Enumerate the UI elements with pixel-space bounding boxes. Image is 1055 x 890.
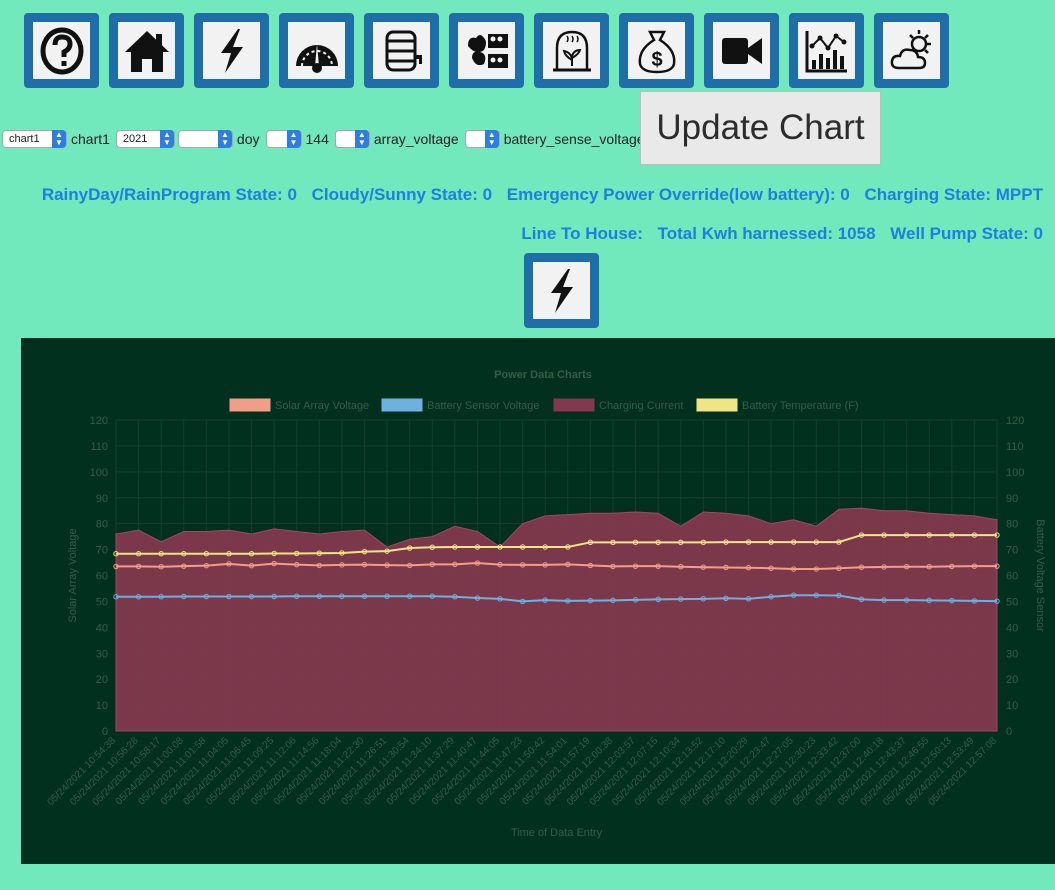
legend-swatch (553, 398, 595, 412)
legend-swatch (381, 398, 423, 412)
status-line-1: RainyDay/RainProgram State: 0 Cloudy/Sun… (32, 185, 1043, 205)
y-tick-left: 100 (90, 467, 108, 479)
series1-label: array_voltage (373, 131, 459, 147)
legend-swatch (696, 398, 738, 412)
rain-state: RainyDay/RainProgram State: 0 (41, 185, 297, 204)
y-tick-right: 100 (1006, 467, 1024, 479)
y-tick-left: 40 (96, 622, 108, 634)
line-to-house: Line To House: (521, 224, 643, 243)
y-tick-right: 70 (1006, 545, 1018, 557)
y-tick-right: 20 (1006, 674, 1018, 686)
chickens-eggs-button[interactable] (449, 13, 524, 88)
select-arrows-icon: ▲ ▼ (159, 130, 174, 148)
select-arrows-icon: ▲ ▼ (484, 130, 499, 148)
y-tick-left: 60 (96, 571, 108, 583)
video-camera-button[interactable] (704, 13, 779, 88)
home-icon (118, 22, 175, 79)
legend-label: Solar Array Voltage (275, 400, 369, 412)
series1-select[interactable]: ▲ ▼ (334, 130, 370, 148)
y-tick-left: 20 (96, 674, 108, 686)
chart-svg: Power Data Charts Solar Array Voltage Batt… (45, 369, 1046, 839)
cloudy-state: Cloudy/Sunny State: 0 (311, 185, 493, 204)
select-arrows-icon: ▲ ▼ (354, 130, 369, 148)
chart-title: Power Data Charts (494, 369, 592, 381)
power-button[interactable] (524, 253, 599, 328)
y-axis-label-left: Solar Array Voltage (67, 528, 79, 622)
doy-label: doy (236, 131, 260, 147)
toolbar: $ (24, 13, 949, 88)
y-tick-right: 120 (1006, 415, 1024, 427)
chart-label: chart1 (71, 131, 110, 147)
greenhouse-icon (543, 22, 600, 79)
help-button[interactable] (24, 13, 99, 88)
year-select[interactable]: 2021 ▲ ▼ (115, 130, 175, 148)
power-chart: Power Data Charts Solar Array Voltage Batt… (21, 338, 1055, 864)
y-tick-left: 10 (96, 700, 108, 712)
power-button[interactable] (194, 13, 269, 88)
y-tick-right: 50 (1006, 596, 1018, 608)
video-camera-icon (713, 22, 770, 79)
legend-swatch (229, 398, 271, 412)
y-tick-left: 70 (96, 545, 108, 557)
doy-value: 144 (305, 131, 329, 147)
money-bag-icon: $ (628, 22, 685, 79)
statistics-icon (798, 22, 855, 79)
gauge-icon (288, 22, 345, 79)
legend-label: Charging Current (599, 400, 683, 412)
y-tick-right: 30 (1006, 648, 1018, 660)
chickens-eggs-icon (458, 22, 515, 79)
weather-icon (883, 22, 940, 79)
legend-label: Battery Sensor Voltage (427, 400, 540, 412)
barrel-icon (373, 22, 430, 79)
y-tick-right: 40 (1006, 622, 1018, 634)
year-select-value: 2021 (122, 133, 148, 145)
y-tick-right: 80 (1006, 519, 1018, 531)
y-tick-right: 110 (1006, 441, 1024, 453)
doy-select[interactable]: ▲ ▼ (265, 130, 302, 148)
home-button[interactable] (109, 13, 184, 88)
statistics-button[interactable] (789, 13, 864, 88)
well-pump-state: Well Pump State: 0 (890, 224, 1043, 243)
y-tick-left: 30 (96, 648, 108, 660)
y-tick-left: 80 (96, 519, 108, 531)
charging-current-area (115, 507, 998, 732)
y-tick-right: 90 (1006, 493, 1018, 505)
update-chart-button[interactable]: Update Chart (640, 91, 881, 165)
help-icon (33, 22, 90, 79)
select-arrows-icon: ▲ ▼ (286, 130, 301, 148)
charging-state: Charging State: MPPT (864, 185, 1043, 204)
legend-label: Battery Temperature (F) (742, 400, 859, 412)
power-icon (533, 262, 590, 319)
greenhouse-button[interactable] (534, 13, 609, 88)
chart-select[interactable]: chart1 ▲ ▼ (2, 130, 67, 148)
svg-text:$: $ (651, 49, 662, 71)
day-select[interactable]: ▲ ▼ (177, 130, 233, 148)
weather-button[interactable] (874, 13, 949, 88)
x-axis-label: Time of Data Entry (511, 827, 603, 839)
y-tick-left: 110 (90, 441, 108, 453)
y-tick-right: 60 (1006, 571, 1018, 583)
series2-select[interactable]: ▲ ▼ (464, 130, 500, 148)
y-tick-left: 50 (96, 596, 108, 608)
y-axis-label-right: Battery Voltage Sensor (1034, 519, 1046, 632)
status-line-2: Line To House: Total Kwh harnessed: 1058… (511, 224, 1043, 244)
select-arrows-icon: ▲ ▼ (52, 130, 66, 148)
chart-select-value: chart1 (9, 133, 40, 145)
series2-label: battery_sense_voltage (503, 131, 645, 147)
y-tick-left: 0 (102, 726, 108, 738)
total-kwh: Total Kwh harnessed: 1058 (657, 224, 876, 243)
chart-controls: chart1 ▲ ▼ chart1 2021 ▲ ▼ ▲ ▼ doy ▲ ▼ 144 ▲ ▼ … (2, 130, 648, 148)
select-arrows-icon: ▲ ▼ (217, 130, 232, 148)
emergency-state: Emergency Power Override(low battery): 0 (506, 185, 850, 204)
money-bag-button[interactable]: $ (619, 13, 694, 88)
y-tick-right: 10 (1006, 700, 1018, 712)
y-tick-left: 120 (90, 415, 108, 427)
barrel-button[interactable] (364, 13, 439, 88)
gauge-button[interactable] (279, 13, 354, 88)
y-tick-left: 90 (96, 493, 108, 505)
power-icon (203, 22, 260, 79)
y-tick-right: 0 (1006, 726, 1012, 738)
